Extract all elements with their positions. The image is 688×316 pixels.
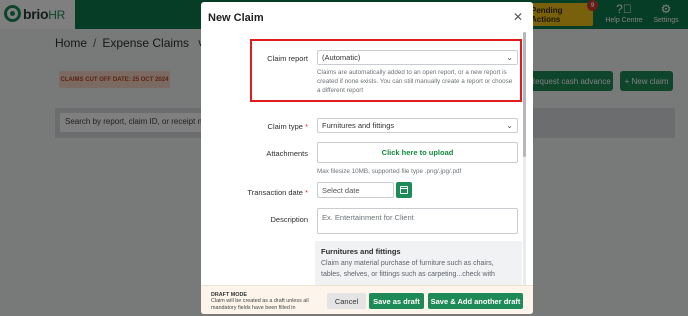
chevron-down-icon: ⌄ [506,53,513,62]
modal-footer: DRAFT MODE Claim will be created as a dr… [201,285,533,314]
cancel-button[interactable]: Cancel [327,293,366,309]
description-label: Description [270,215,308,224]
claim-type-select[interactable]: Furnitures and fittings ⌄ [317,118,518,133]
description-input[interactable]: Ex. Entertainment for Client [317,208,518,234]
modal-title: New Claim [208,12,264,24]
modal-scrollbar[interactable] [523,32,526,285]
claim-report-label: Claim report [267,54,308,63]
close-icon[interactable]: ✕ [512,11,524,23]
category-info-title: Furnitures and fittings [321,247,401,256]
calendar-icon[interactable] [396,182,412,198]
claim-report-hint: Claims are automatically added to an ope… [317,69,513,94]
category-info-panel: Furnitures and fittings Claim any materi… [315,241,522,285]
attachments-hint: Max filesize 10MB, supported file type .… [317,168,462,175]
claim-type-label: Claim type * [267,122,308,131]
draft-mode-description: Claim will be created as a draft unless … [211,298,309,311]
save-as-draft-button[interactable]: Save as draft [369,293,424,309]
transaction-date-label: Transaction date * [247,188,308,197]
scrollbar-thumb[interactable] [523,32,526,157]
claim-form: Claim report (Automatic) ⌄ Claims are au… [201,32,533,285]
new-claim-modal: New Claim ✕ Claim report (Automatic) ⌄ C… [201,2,533,314]
attachments-label: Attachments [266,149,308,158]
category-info-description: Claim any material purchase of furniture… [321,260,495,278]
save-add-another-draft-button[interactable]: Save & Add another draft [428,293,523,309]
transaction-date-input[interactable]: Select date [317,182,394,198]
upload-button[interactable]: Click here to upload [317,142,518,163]
chevron-down-icon: ⌄ [506,121,513,130]
claim-report-select[interactable]: (Automatic) ⌄ [317,50,518,65]
claim-report-value: (Automatic) [322,53,361,62]
claim-type-value: Furnitures and fittings [322,121,395,130]
